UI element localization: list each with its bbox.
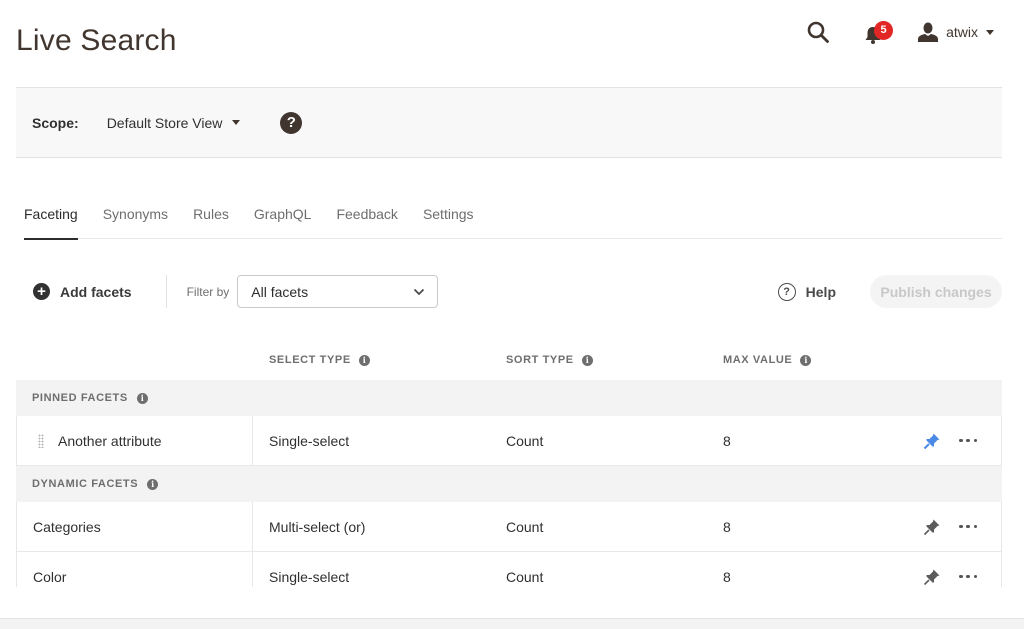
footer-bar bbox=[0, 618, 1024, 629]
caret-down-icon bbox=[232, 120, 241, 125]
table-row[interactable]: Categories Multi-select (or) Count 8 bbox=[16, 502, 1002, 552]
column-label: MAX VALUE bbox=[723, 354, 793, 366]
pin-icon bbox=[923, 519, 940, 535]
toolbar-divider bbox=[165, 275, 167, 308]
search-icon bbox=[807, 21, 829, 43]
tab-synonyms[interactable]: Synonyms bbox=[103, 196, 168, 239]
caret-down-icon bbox=[986, 29, 994, 35]
pin-icon bbox=[923, 433, 940, 449]
drag-handle-icon[interactable] bbox=[38, 433, 44, 448]
page-title: Live Search bbox=[16, 24, 177, 57]
sort-type-cell: Count bbox=[506, 568, 544, 585]
unpin-button[interactable] bbox=[921, 430, 943, 452]
tab-rules[interactable]: Rules bbox=[193, 196, 229, 239]
group-label: PINNED FACETS bbox=[32, 392, 128, 404]
facet-name-cell: Color bbox=[17, 552, 253, 587]
group-label: DYNAMIC FACETS bbox=[32, 478, 139, 490]
add-facets-label: Add facets bbox=[60, 283, 132, 300]
scope-switcher[interactable]: Default Store View bbox=[107, 115, 251, 131]
facet-name-cell: Categories bbox=[17, 502, 253, 551]
max-value-cell: 8 bbox=[723, 568, 731, 585]
help-link[interactable]: ? Help bbox=[777, 282, 836, 301]
user-name: atwix bbox=[946, 24, 978, 40]
table-row[interactable]: Another attribute Single-select Count 8 bbox=[16, 416, 1002, 466]
facet-name: Categories bbox=[33, 518, 101, 535]
more-icon bbox=[959, 438, 963, 443]
help-circle-icon: ? bbox=[777, 282, 796, 301]
tab-feedback[interactable]: Feedback bbox=[336, 196, 397, 239]
global-search-button[interactable] bbox=[804, 18, 832, 46]
info-icon[interactable]: i bbox=[581, 354, 593, 366]
more-icon bbox=[959, 524, 963, 529]
table-column-headers: SELECT TYPE i SORT TYPE i MAX VALUE i bbox=[0, 354, 1024, 370]
user-menu[interactable]: atwix bbox=[918, 22, 994, 42]
max-value-cell: 8 bbox=[723, 518, 731, 535]
more-actions-button[interactable] bbox=[959, 431, 977, 451]
row-actions bbox=[921, 552, 977, 587]
filter-dropdown[interactable]: All facets bbox=[237, 275, 439, 308]
table-row[interactable]: Color Single-select Count 8 bbox=[16, 552, 1002, 587]
info-icon[interactable]: i bbox=[136, 392, 148, 404]
add-circle-icon: + bbox=[33, 283, 50, 300]
select-type-cell: Single-select bbox=[269, 568, 350, 585]
sort-type-cell: Count bbox=[506, 518, 544, 535]
pin-icon bbox=[923, 569, 940, 585]
facet-name-cell: Another attribute bbox=[17, 416, 253, 465]
more-actions-button[interactable] bbox=[959, 517, 977, 537]
select-type-cell: Multi-select (or) bbox=[269, 518, 366, 535]
column-header-max-value: MAX VALUE i bbox=[723, 354, 812, 366]
column-header-sort-type: SORT TYPE i bbox=[506, 354, 593, 366]
pin-button[interactable] bbox=[921, 566, 943, 588]
group-header-dynamic: DYNAMIC FACETS i bbox=[16, 466, 1002, 502]
filter-value: All facets bbox=[251, 283, 309, 300]
column-label: SELECT TYPE bbox=[269, 354, 351, 366]
sort-type-cell: Count bbox=[506, 432, 544, 449]
row-actions bbox=[921, 416, 977, 465]
publish-changes-button[interactable]: Publish changes bbox=[870, 275, 1002, 308]
facet-toolbar: + Add facets Filter by All facets ? Help… bbox=[16, 275, 1002, 308]
more-actions-button[interactable] bbox=[959, 567, 977, 587]
scope-value: Default Store View bbox=[106, 114, 223, 131]
chevron-down-icon bbox=[414, 288, 425, 295]
notification-count-badge: 5 bbox=[874, 21, 894, 40]
add-facets-button[interactable]: + Add facets bbox=[33, 283, 132, 300]
select-type-cell: Single-select bbox=[269, 432, 350, 449]
header-actions: 5 atwix bbox=[804, 18, 994, 46]
facet-name: Another attribute bbox=[58, 432, 162, 449]
column-label: SORT TYPE bbox=[506, 354, 574, 366]
more-icon bbox=[959, 574, 963, 579]
info-icon[interactable]: i bbox=[800, 354, 812, 366]
pin-button[interactable] bbox=[921, 516, 943, 538]
max-value-cell: 8 bbox=[723, 432, 731, 449]
row-actions bbox=[921, 502, 977, 551]
tab-settings[interactable]: Settings bbox=[423, 196, 474, 239]
tab-faceting[interactable]: Faceting bbox=[24, 196, 78, 240]
filter-label: Filter by bbox=[186, 284, 230, 299]
scope-bar: Scope: Default Store View ? bbox=[16, 87, 1002, 158]
info-icon[interactable]: i bbox=[147, 478, 159, 490]
scope-help-icon[interactable]: ? bbox=[280, 111, 303, 134]
facets-table: PINNED FACETS i Another attribute Single-… bbox=[16, 380, 1002, 587]
column-header-select-type: SELECT TYPE i bbox=[269, 354, 370, 366]
facet-name: Color bbox=[33, 568, 67, 585]
scope-label: Scope: bbox=[32, 114, 79, 131]
user-icon bbox=[918, 22, 939, 42]
help-label: Help bbox=[805, 283, 836, 300]
group-header-pinned: PINNED FACETS i bbox=[16, 380, 1002, 416]
info-icon[interactable]: i bbox=[358, 354, 370, 366]
tab-bar: Faceting Synonyms Rules GraphQL Feedback… bbox=[24, 196, 1002, 240]
notifications-button[interactable]: 5 bbox=[862, 18, 894, 46]
tab-graphql[interactable]: GraphQL bbox=[254, 196, 312, 239]
